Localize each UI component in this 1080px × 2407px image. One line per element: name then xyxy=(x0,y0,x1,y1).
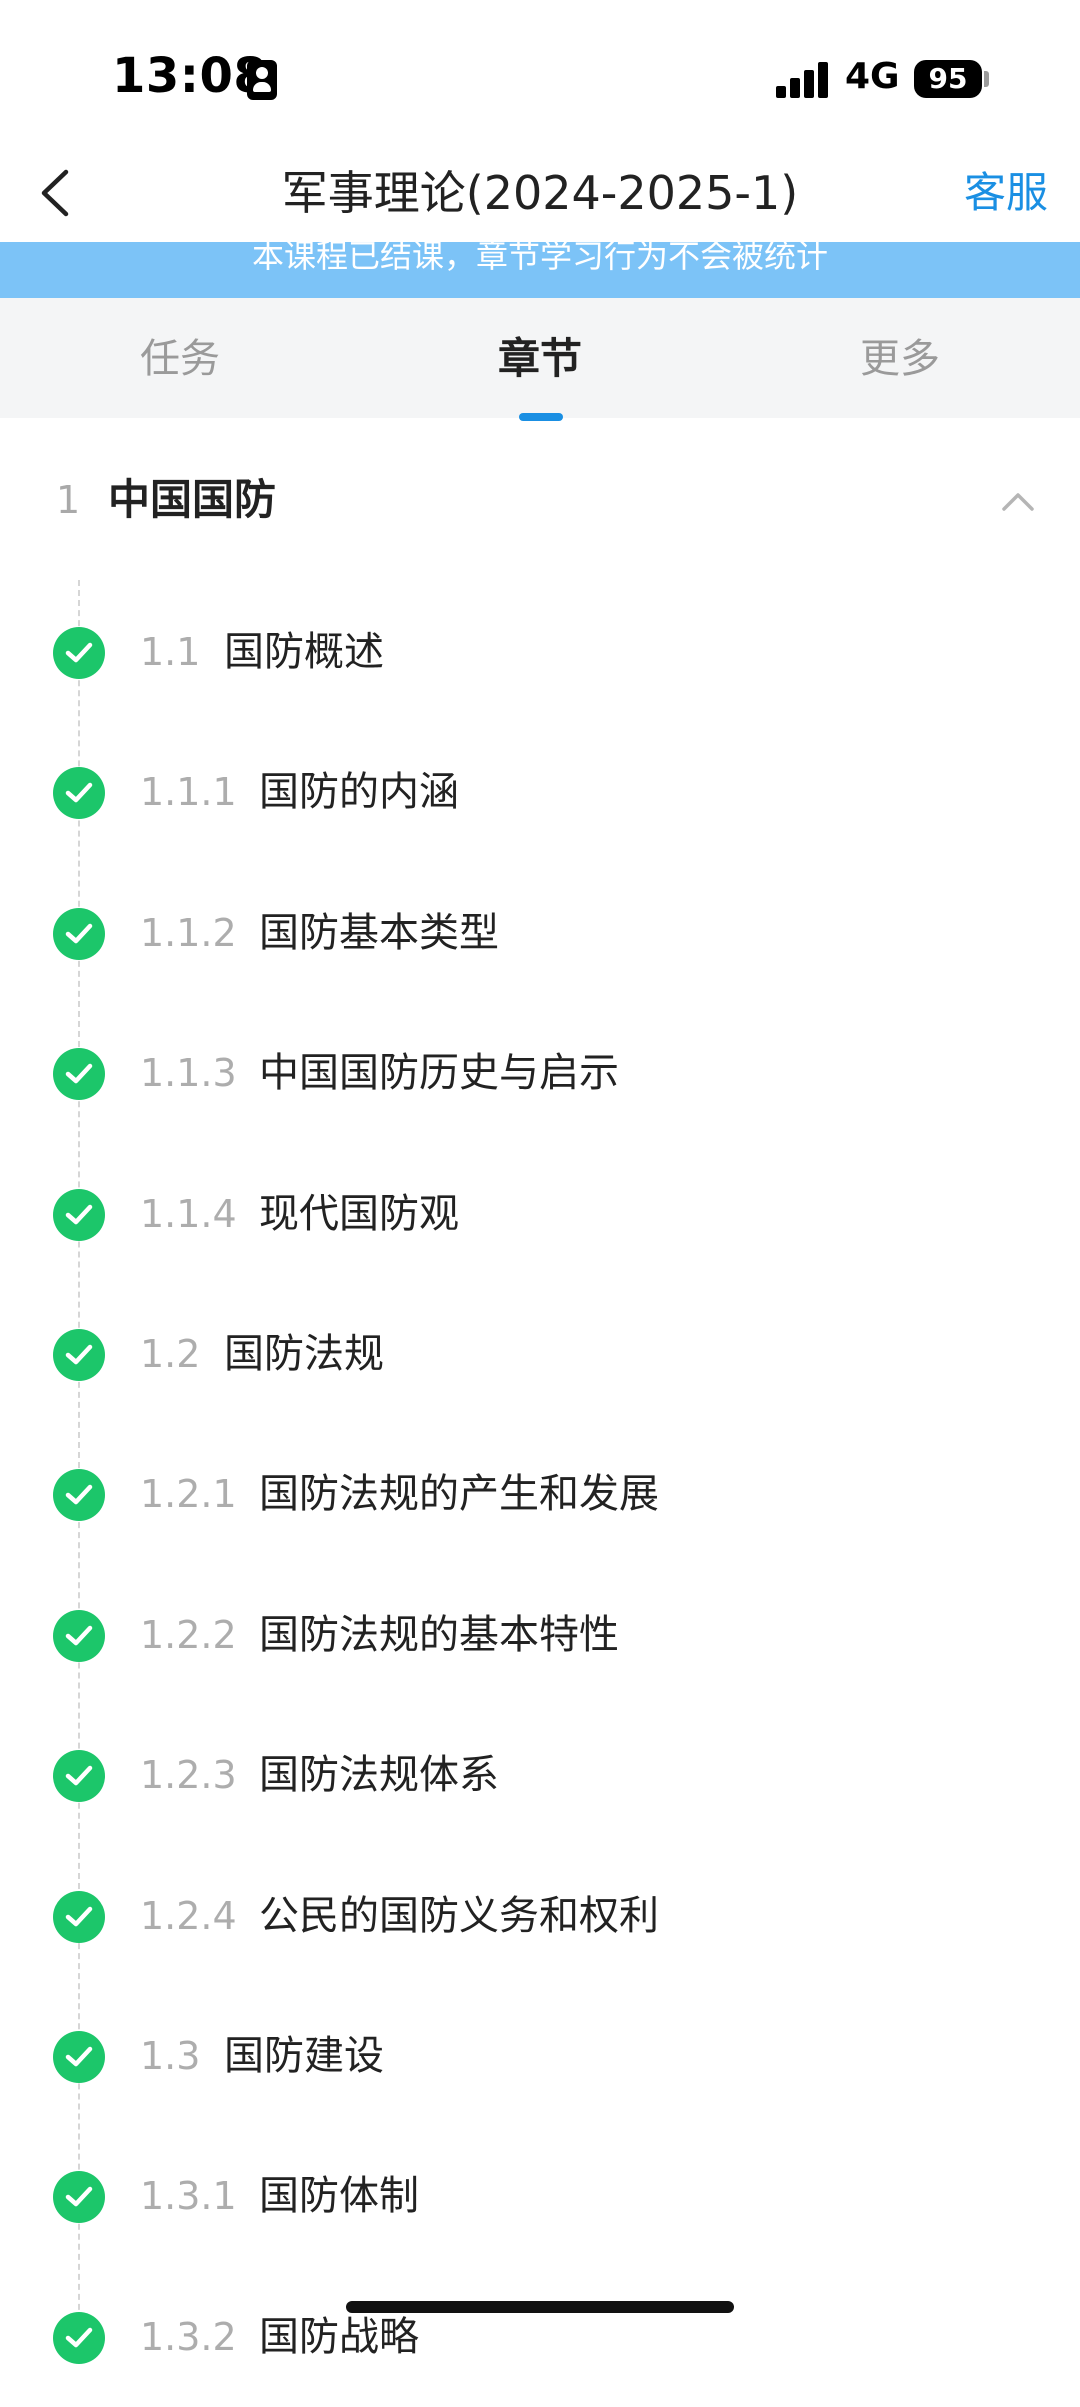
battery-tip xyxy=(984,71,989,87)
section-item[interactable]: 1.3.2 国防战略 xyxy=(0,2267,1080,2407)
section-item[interactable]: 1.2.1 国防法规的产生和发展 xyxy=(0,1424,1080,1564)
home-indicator xyxy=(346,2301,734,2313)
section-item[interactable]: 1.1.4 现代国防观 xyxy=(0,1144,1080,1284)
active-tab-indicator xyxy=(519,413,563,421)
completed-check-icon xyxy=(53,1890,105,1943)
section-number: 1.2.2 xyxy=(140,1612,237,1657)
section-number: 1.1.3 xyxy=(140,1051,237,1096)
chapter-title: 中国国防 xyxy=(108,475,277,524)
notice-banner: 本课程已结课，章节学习行为不会被统计 xyxy=(0,242,1080,298)
section-title: 国防的内涵 xyxy=(259,769,459,816)
notice-text: 本课程已结课，章节学习行为不会被统计 xyxy=(251,242,828,275)
section-number: 1.1.1 xyxy=(140,770,237,815)
section-number: 1.3.2 xyxy=(140,2314,237,2359)
tab-bar: 任务 章节 更多 xyxy=(0,298,1080,418)
completed-check-icon xyxy=(53,2031,105,2083)
section-title: 国防基本类型 xyxy=(259,909,499,956)
section-title: 国防法规的基本特性 xyxy=(259,1611,619,1658)
nav-bar: 军事理论(2024-2025-1) 客服 xyxy=(0,150,1080,242)
section-title: 国防法规 xyxy=(224,1331,384,1377)
section-number: 1.3.1 xyxy=(140,2174,237,2219)
completed-check-icon xyxy=(53,1750,105,1803)
completed-check-icon xyxy=(53,907,105,960)
contact-card-icon xyxy=(247,60,277,100)
section-title: 现代国防观 xyxy=(259,1190,459,1237)
tab-chapters[interactable]: 章节 xyxy=(360,298,720,418)
section-number: 1.1.4 xyxy=(140,1191,237,1236)
section-number: 1.1.2 xyxy=(140,910,237,955)
back-button[interactable] xyxy=(30,158,90,228)
section-title: 国防战略 xyxy=(259,2313,419,2360)
tab-tasks[interactable]: 任务 xyxy=(0,298,360,418)
status-bar: 13:08 4G 95 xyxy=(0,0,1080,150)
section-item[interactable]: 1.2.3 国防法规体系 xyxy=(0,1705,1080,1845)
section-title: 国防法规的产生和发展 xyxy=(259,1471,659,1518)
completed-check-icon xyxy=(53,2311,105,2364)
completed-check-icon xyxy=(53,1048,105,1101)
section-title: 国防概述 xyxy=(224,629,384,675)
section-title: 国防法规体系 xyxy=(259,1752,499,1799)
section-title: 国防体制 xyxy=(259,2173,419,2220)
section-number: 1.1 xyxy=(140,630,201,674)
chevron-left-icon xyxy=(41,169,69,217)
battery-icon: 95 xyxy=(914,60,982,98)
section-item[interactable]: 1.3.1 国防体制 xyxy=(0,2126,1080,2266)
status-time: 13:08 xyxy=(112,48,268,104)
chapter-header[interactable]: 1 中国国防 xyxy=(0,440,1080,560)
completed-check-icon xyxy=(53,1609,105,1662)
completed-check-icon xyxy=(53,2171,105,2224)
chevron-up-icon[interactable] xyxy=(998,485,1038,515)
section-number: 1.2.1 xyxy=(140,1472,237,1517)
section-item[interactable]: 1.3 国防建设 xyxy=(0,1986,1080,2126)
section-number: 1.2.3 xyxy=(140,1753,237,1798)
section-number: 1.3 xyxy=(140,2034,201,2078)
section-item[interactable]: 1.1.1 国防的内涵 xyxy=(0,722,1080,862)
page-title: 军事理论(2024-2025-1) xyxy=(281,166,799,220)
completed-check-icon xyxy=(53,1329,105,1381)
section-number: 1.2.4 xyxy=(140,1893,237,1938)
section-item[interactable]: 1.2.2 国防法规的基本特性 xyxy=(0,1565,1080,1705)
chapter-number: 1 xyxy=(56,478,81,522)
section-item[interactable]: 1.1.2 国防基本类型 xyxy=(0,863,1080,1003)
section-title: 公民的国防义务和权利 xyxy=(259,1892,659,1939)
section-item[interactable]: 1.2.4 公民的国防义务和权利 xyxy=(0,1846,1080,1986)
section-title: 中国国防历史与启示 xyxy=(259,1050,619,1097)
section-item[interactable]: 1.1 国防概述 xyxy=(0,582,1080,722)
section-title: 国防建设 xyxy=(224,2033,384,2079)
network-type: 4G xyxy=(845,56,900,97)
customer-service-link[interactable]: 客服 xyxy=(964,158,1048,228)
tab-more[interactable]: 更多 xyxy=(720,298,1080,418)
section-item[interactable]: 1.1.3 中国国防历史与启示 xyxy=(0,1003,1080,1143)
section-number: 1.2 xyxy=(140,1332,201,1376)
completed-check-icon xyxy=(53,1188,105,1241)
signal-icon xyxy=(776,62,830,98)
completed-check-icon xyxy=(53,1469,105,1522)
completed-check-icon xyxy=(53,627,105,679)
completed-check-icon xyxy=(53,767,105,820)
section-item[interactable]: 1.2 国防法规 xyxy=(0,1284,1080,1424)
